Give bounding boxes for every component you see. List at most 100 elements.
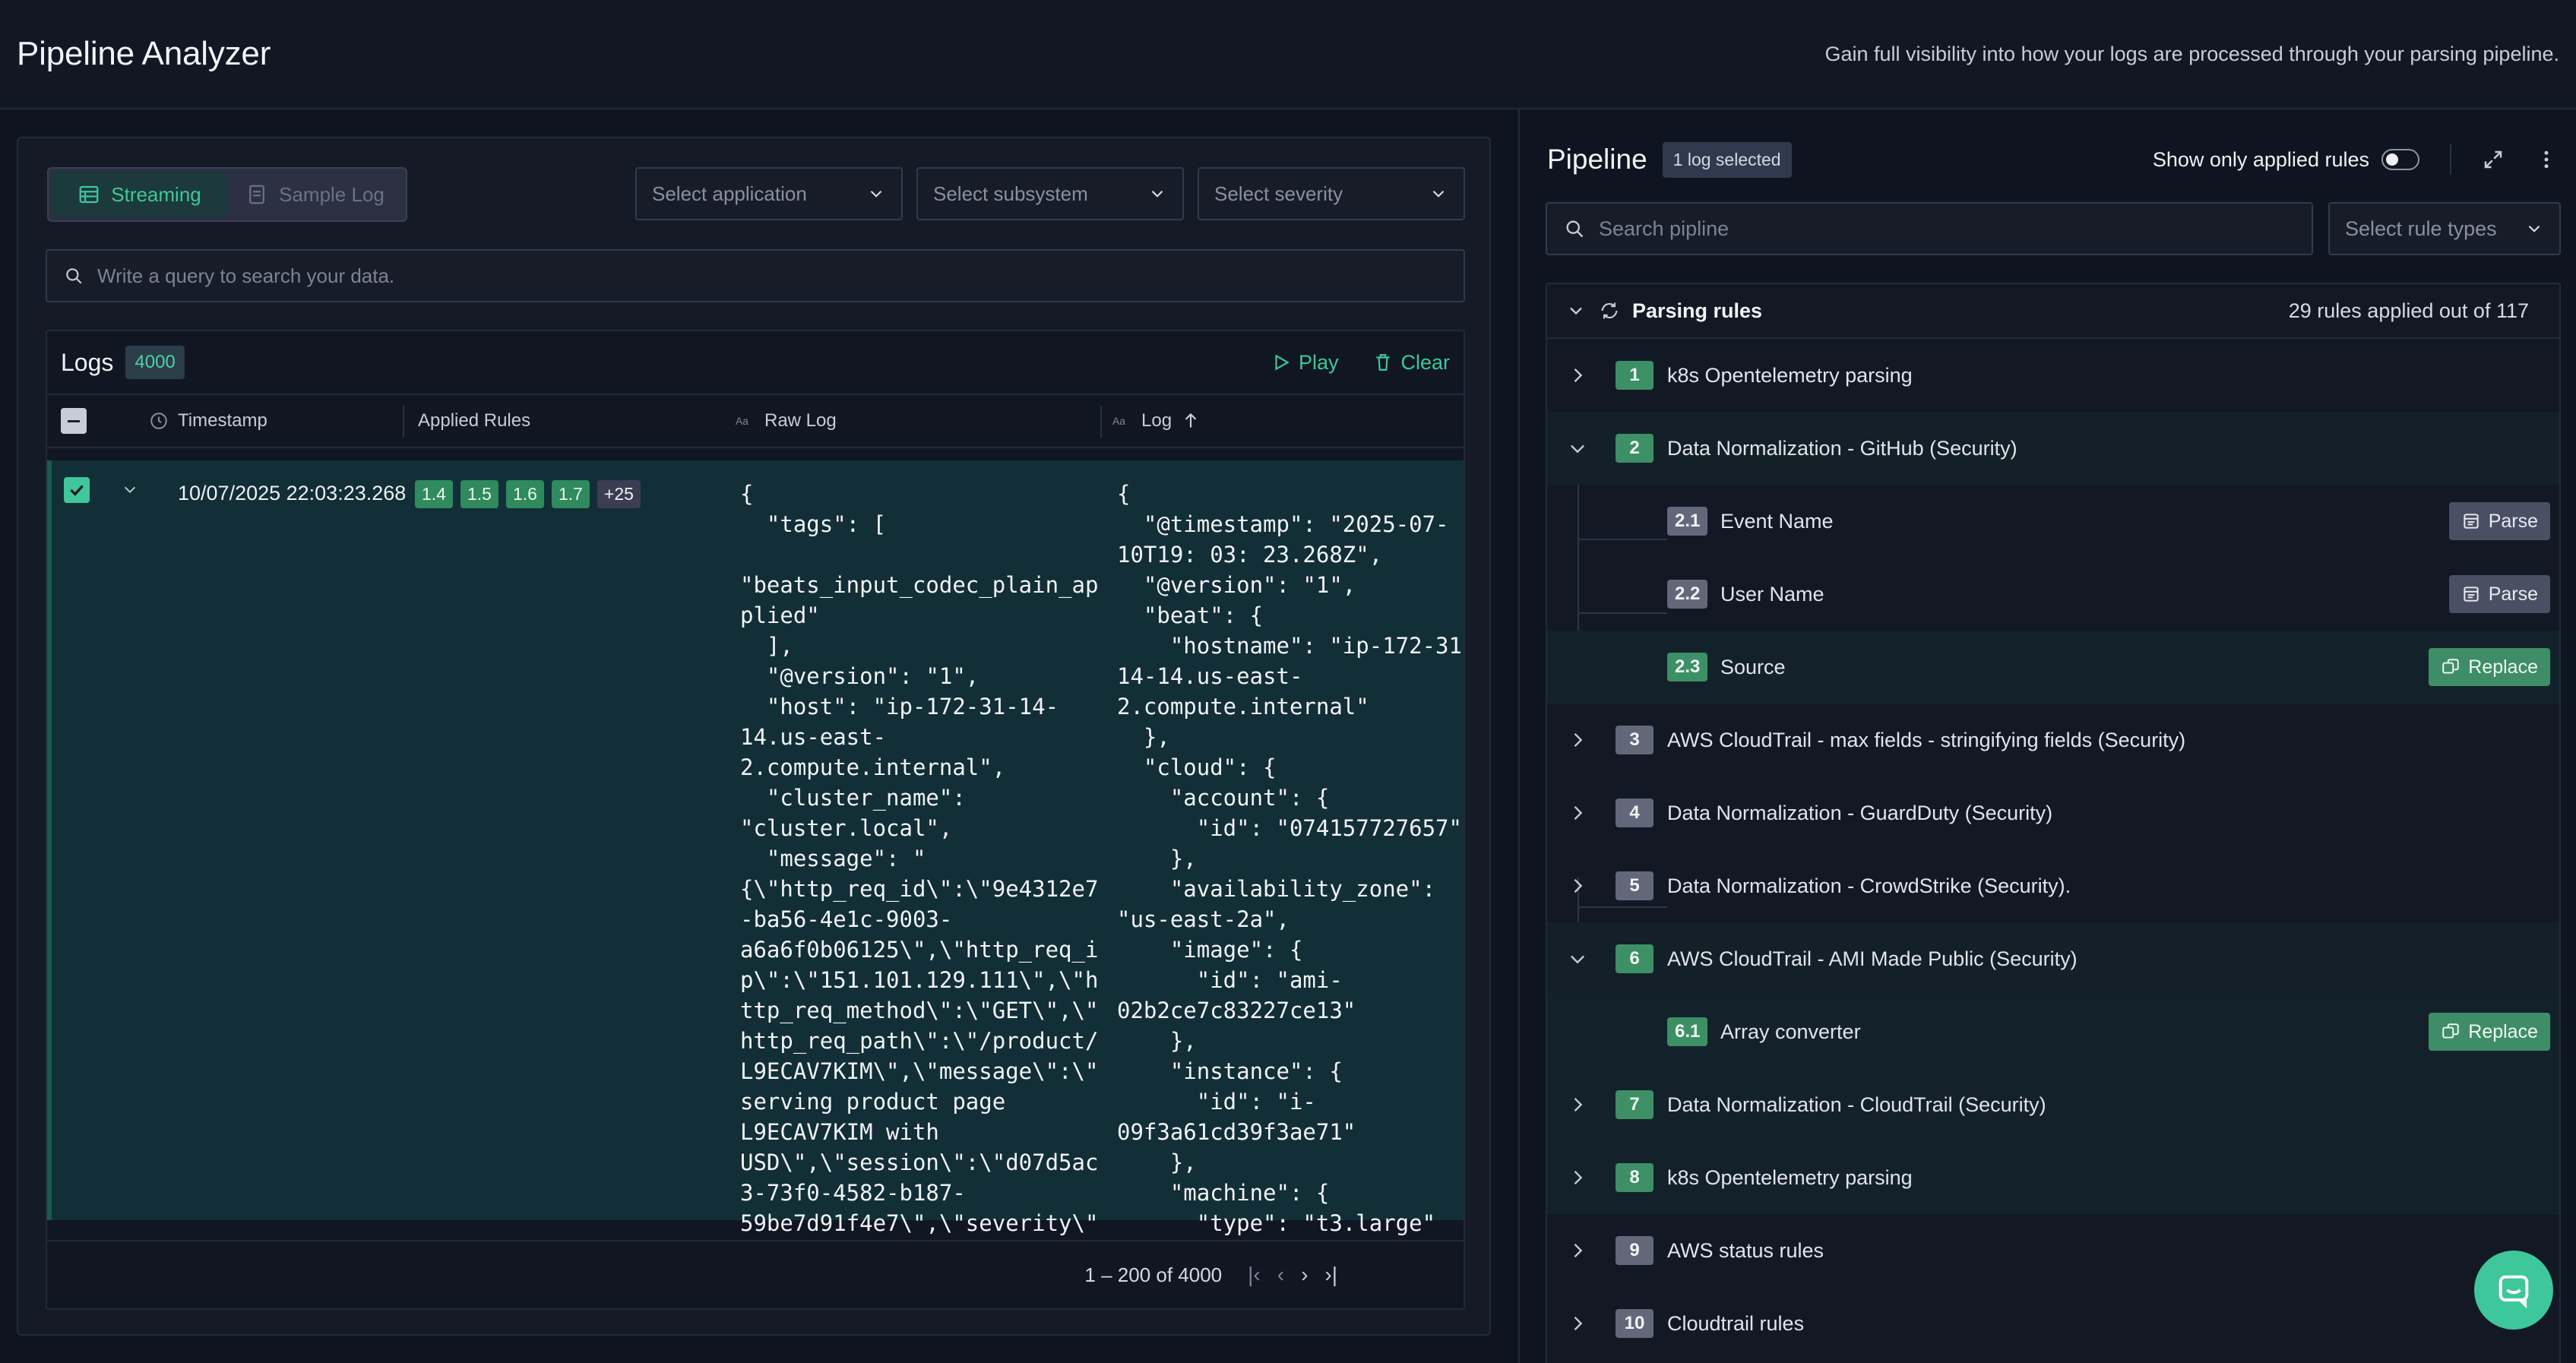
pipeline-search-input[interactable]: Search pipline bbox=[1546, 202, 2313, 255]
select-all-checkbox[interactable] bbox=[61, 394, 87, 447]
page-subtitle: Gain full visibility into how your logs … bbox=[1824, 42, 2559, 65]
rule-chip[interactable]: 1.7 bbox=[551, 480, 590, 508]
chevron-right-icon[interactable] bbox=[1567, 802, 1588, 824]
chevron-right-icon[interactable] bbox=[1567, 1240, 1588, 1261]
chevron-right-icon[interactable] bbox=[1567, 1094, 1588, 1115]
rule-number-badge: 7 bbox=[1616, 1090, 1654, 1119]
subsystem-select-value: Select subsystem bbox=[933, 182, 1088, 205]
clear-button[interactable]: Clear bbox=[1373, 351, 1450, 375]
table-row[interactable]: 10/07/2025 22:03:23.268 1.4 1.5 1.6 1.7 … bbox=[47, 460, 1464, 1236]
logs-header: Logs 4000 Play Clear bbox=[47, 331, 1464, 395]
pipeline-panel: Pipeline 1 log selected Show only applie… bbox=[1520, 109, 2576, 1363]
play-button[interactable]: Play bbox=[1271, 351, 1338, 375]
logs-table-header: Timestamp Applied Rules Aa Raw Log Aa Lo… bbox=[47, 395, 1464, 448]
log-column-header[interactable]: Aa Log bbox=[1112, 394, 1201, 447]
expand-icon[interactable] bbox=[2482, 148, 2505, 171]
rule-label: Source bbox=[1720, 655, 1786, 678]
search-icon bbox=[1566, 220, 1584, 238]
top-bar: Pipeline Analyzer Gain full visibility i… bbox=[0, 0, 2576, 109]
applied-rule-chips: 1.4 1.5 1.6 1.7 +25 bbox=[415, 480, 641, 508]
parsing-rules-header[interactable]: Parsing rules 29 rules applied out of 11… bbox=[1547, 284, 2559, 339]
rule-row[interactable]: 8 k8s Opentelemetry parsing bbox=[1547, 1141, 2559, 1214]
chevron-down-icon[interactable] bbox=[1567, 438, 1588, 459]
raw-log-column-header[interactable]: Aa Raw Log bbox=[736, 394, 837, 447]
chevron-right-icon[interactable] bbox=[1567, 729, 1588, 751]
subsystem-select[interactable]: Select subsystem bbox=[916, 167, 1184, 220]
row-timestamp: 10/07/2025 22:03:23.268 bbox=[178, 482, 407, 504]
chevron-right-icon[interactable] bbox=[1567, 365, 1588, 386]
rule-number-badge: 4 bbox=[1616, 799, 1654, 827]
rule-row[interactable]: 6 AWS CloudTrail - AMI Made Public (Secu… bbox=[1547, 922, 2559, 995]
chevron-right-icon[interactable] bbox=[1567, 1313, 1588, 1334]
rule-number-badge: 6 bbox=[1616, 944, 1654, 973]
chevron-down-icon[interactable] bbox=[1567, 948, 1588, 969]
parsing-rules-summary: 29 rules applied out of 117 bbox=[2288, 299, 2529, 322]
rule-row[interactable]: 5 Data Normalization - CrowdStrike (Secu… bbox=[1547, 849, 2559, 922]
more-rules-chip[interactable]: +25 bbox=[597, 480, 641, 508]
rule-number-badge: 2.1 bbox=[1667, 507, 1708, 536]
rule-label: Event Name bbox=[1720, 509, 1834, 533]
sub-rule-row[interactable]: 2.2 User Name Parse bbox=[1547, 558, 2559, 631]
rule-row[interactable]: 7 Data Normalization - CloudTrail (Secur… bbox=[1547, 1068, 2559, 1141]
replace-button[interactable]: Replace bbox=[2429, 648, 2550, 686]
rule-row[interactable]: 9 AWS status rules bbox=[1547, 1214, 2559, 1287]
severity-select[interactable]: Select severity bbox=[1198, 167, 1465, 220]
search-icon bbox=[66, 268, 82, 284]
rule-chip[interactable]: 1.6 bbox=[505, 480, 544, 508]
check-icon bbox=[70, 485, 84, 496]
application-select[interactable]: Select application bbox=[635, 167, 903, 220]
sort-ascending-icon[interactable] bbox=[1181, 411, 1201, 431]
chevron-right-icon[interactable] bbox=[1567, 1167, 1588, 1188]
rule-row[interactable]: 4 Data Normalization - GuardDuty (Securi… bbox=[1547, 776, 2559, 849]
rule-row[interactable]: 1 k8s Opentelemetry parsing bbox=[1547, 339, 2559, 412]
chevron-down-icon[interactable] bbox=[122, 482, 138, 498]
replace-icon bbox=[2442, 1023, 2459, 1039]
rule-number-badge: 1 bbox=[1616, 361, 1654, 390]
selected-logs-badge: 1 log selected bbox=[1662, 141, 1792, 178]
pipeline-tools: Show only applied rules bbox=[2153, 144, 2558, 175]
chevron-down-icon bbox=[1151, 190, 1163, 198]
chat-icon bbox=[2498, 1275, 2529, 1309]
rule-number-badge: 2.3 bbox=[1667, 653, 1708, 682]
streaming-label: Streaming bbox=[111, 182, 201, 206]
sub-rule-row[interactable]: 6.1 Array converter Replace bbox=[1547, 995, 2559, 1068]
chevron-right-icon[interactable] bbox=[1567, 875, 1588, 897]
rule-number-badge: 10 bbox=[1616, 1309, 1654, 1338]
applied-rules-column-header[interactable]: Applied Rules bbox=[418, 394, 530, 447]
parse-button-label: Parse bbox=[2488, 510, 2538, 532]
sub-rule-row[interactable]: 2.1 Event Name Parse bbox=[1547, 485, 2559, 558]
clock-icon bbox=[150, 413, 167, 429]
replace-button[interactable]: Replace bbox=[2429, 1013, 2550, 1051]
prev-page-icon[interactable]: ‹ bbox=[1277, 1263, 1284, 1287]
rule-row[interactable]: 2 Data Normalization - GitHub (Security) bbox=[1547, 412, 2559, 485]
rule-row[interactable]: 10 Cloudtrail rules bbox=[1547, 1287, 2559, 1360]
rule-types-select[interactable]: Select rule types bbox=[2328, 202, 2561, 255]
last-page-icon[interactable]: ›| bbox=[1324, 1263, 1337, 1287]
logs-count-badge: 4000 bbox=[125, 346, 185, 379]
sample-log-mode-button[interactable]: Sample Log bbox=[227, 172, 403, 217]
chevron-down-icon bbox=[870, 190, 882, 198]
parse-button[interactable]: Parse bbox=[2448, 575, 2550, 613]
next-page-icon[interactable]: › bbox=[1301, 1263, 1308, 1287]
parse-button[interactable]: Parse bbox=[2448, 502, 2550, 540]
rule-number-badge: 5 bbox=[1616, 871, 1654, 900]
streaming-mode-button[interactable]: Streaming bbox=[52, 172, 227, 217]
first-page-icon[interactable]: |‹ bbox=[1248, 1263, 1261, 1287]
rule-chip[interactable]: 1.5 bbox=[460, 480, 498, 508]
rule-chip[interactable]: 1.4 bbox=[415, 480, 453, 508]
row-checkbox[interactable] bbox=[64, 477, 90, 503]
applied-rules-column-label: Applied Rules bbox=[418, 410, 531, 431]
parsing-rules-title-group: Parsing rules bbox=[1565, 299, 1762, 323]
rule-label: User Name bbox=[1720, 582, 1824, 606]
rule-row[interactable]: 3 AWS CloudTrail - max fields - stringif… bbox=[1547, 704, 2559, 776]
sub-rule-row[interactable]: 2.3 Source Replace bbox=[1547, 631, 2559, 704]
query-input[interactable]: Write a query to search your data. bbox=[46, 249, 1465, 302]
log-column-label: Log bbox=[1141, 410, 1172, 431]
raw-log-content: { "tags": [ "beats_input_codec_plain_ap … bbox=[740, 481, 1099, 1236]
chat-support-button[interactable] bbox=[2474, 1251, 2553, 1330]
applied-rules-toggle[interactable] bbox=[2381, 149, 2419, 170]
more-vertical-icon[interactable] bbox=[2535, 148, 2558, 171]
document-icon bbox=[249, 185, 264, 204]
timestamp-column-header[interactable]: Timestamp bbox=[149, 394, 267, 447]
timestamp-column-label: Timestamp bbox=[178, 410, 267, 431]
